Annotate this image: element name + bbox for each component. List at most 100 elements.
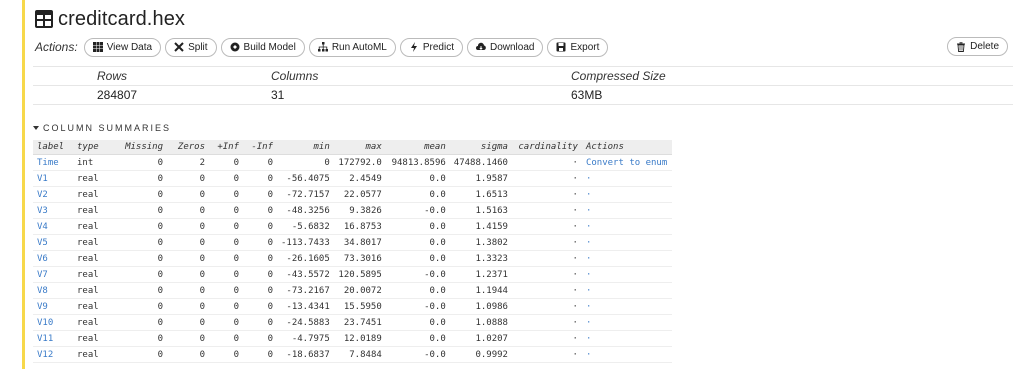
split-label: Split xyxy=(188,41,208,53)
column-actions-cell: · xyxy=(581,298,672,315)
download-label: Download xyxy=(489,41,535,53)
table-cell: -0.0 xyxy=(385,202,450,219)
table-cell: -0.0 xyxy=(385,346,450,363)
table-cell: 0 xyxy=(121,282,167,299)
column-type-cell: real xyxy=(73,266,121,283)
frame-title-text: creditcard.hex xyxy=(58,7,186,30)
table-row: V5 real 0 0 0 0 -113.7433 34.8017 0.0 1.3802 · · xyxy=(33,234,672,251)
table-cell: 1.5163 xyxy=(449,202,512,219)
column-label-link[interactable]: Time xyxy=(33,154,73,171)
table-cell: 34.8017 xyxy=(333,234,386,251)
table-cell: 0 xyxy=(243,298,277,315)
table-cell: 0 xyxy=(209,266,243,283)
column-summaries-toggle[interactable]: COLUMN SUMMARIES xyxy=(33,123,171,133)
table-cell: 0 xyxy=(209,202,243,219)
column-label-link[interactable]: V6 xyxy=(33,250,73,267)
table-cell: 0 xyxy=(209,282,243,299)
table-cell: · xyxy=(511,346,582,363)
table-cell: -73.2167 xyxy=(277,282,334,299)
column-label-link[interactable]: V12 xyxy=(33,346,73,363)
table-cell: 0 xyxy=(167,250,209,267)
table-cell: 0.0 xyxy=(385,250,450,267)
table-cell: 7.8484 xyxy=(333,346,386,363)
column-header-inf: -Inf xyxy=(243,140,277,155)
export-button[interactable]: Export xyxy=(547,37,609,57)
table-cell: 0 xyxy=(121,218,167,235)
column-actions-cell: · xyxy=(581,234,672,251)
run-automl-button[interactable]: Run AutoML xyxy=(308,37,396,57)
table-cell: 0 xyxy=(209,314,243,331)
table-row: V7 real 0 0 0 0 -43.5572 120.5895 -0.0 1.2371 · · xyxy=(33,266,672,283)
table-cell: 0 xyxy=(209,186,243,203)
table-cell: 0 xyxy=(121,186,167,203)
column-label-link[interactable]: V10 xyxy=(33,314,73,331)
table-cell: 12.0189 xyxy=(333,330,386,347)
column-actions-cell: · xyxy=(581,170,672,187)
column-actions-cell: · xyxy=(581,250,672,267)
table-cell: 0 xyxy=(167,218,209,235)
table-cell: 0 xyxy=(209,234,243,251)
delete-label: Delete xyxy=(970,41,999,52)
predict-button[interactable]: Predict xyxy=(399,37,463,57)
column-label-link[interactable]: V5 xyxy=(33,234,73,251)
table-cell: · xyxy=(511,170,582,187)
column-label-link[interactable]: V7 xyxy=(33,266,73,283)
column-type-cell: real xyxy=(73,346,121,363)
table-row: V10 real 0 0 0 0 -24.5883 23.7451 0.0 1.0888 · · xyxy=(33,314,672,331)
column-label-link[interactable]: V1 xyxy=(33,170,73,187)
summary-value-row: 284807 31 63MB xyxy=(33,85,1013,105)
table-cell: 0 xyxy=(167,234,209,251)
table-cell: 0 xyxy=(121,346,167,363)
view-data-button[interactable]: View Data xyxy=(83,37,162,57)
table-cell: 120.5895 xyxy=(333,266,386,283)
summary-header-size: Compressed Size xyxy=(571,69,666,83)
predict-label: Predict xyxy=(422,41,454,53)
column-label-link[interactable]: V8 xyxy=(33,282,73,299)
delete-button[interactable]: Delete xyxy=(947,37,1008,56)
table-cell: 0 xyxy=(167,346,209,363)
column-header-inf: +Inf xyxy=(209,140,243,155)
scissors-icon xyxy=(174,42,184,52)
table-cell: 1.3323 xyxy=(449,250,512,267)
table-row: V8 real 0 0 0 0 -73.2167 20.0072 0.0 1.1944 · · xyxy=(33,282,672,299)
table-row: V11 real 0 0 0 0 -4.7975 12.0189 0.0 1.0207 · · xyxy=(33,330,672,347)
summary-value-rows: 284807 xyxy=(97,88,138,102)
table-cell: 0 xyxy=(209,298,243,315)
run-automl-label: Run AutoML xyxy=(331,41,387,53)
column-type-cell: real xyxy=(73,186,121,203)
column-type-cell: real xyxy=(73,250,121,267)
table-cell: 1.6513 xyxy=(449,186,512,203)
column-summaries-table: label type Missing Zeros +Inf -Inf min max mean s… xyxy=(33,140,672,363)
sitemap-icon xyxy=(317,42,328,52)
column-header-min: min xyxy=(277,140,334,155)
column-label-link[interactable]: V11 xyxy=(33,330,73,347)
build-model-button[interactable]: Build Model xyxy=(220,37,305,57)
table-cell: -18.6837 xyxy=(277,346,334,363)
column-label-link[interactable]: V4 xyxy=(33,218,73,235)
column-header-label: label xyxy=(33,140,73,155)
table-row: V1 real 0 0 0 0 -56.4075 2.4549 0.0 1.9587 · · xyxy=(33,170,672,187)
save-icon xyxy=(556,42,566,52)
table-icon xyxy=(35,10,53,28)
download-button[interactable]: Download xyxy=(466,37,544,57)
convert-to-enum-link[interactable]: Convert to enum xyxy=(581,154,672,171)
column-header-cardinality: cardinality xyxy=(511,140,582,155)
table-cell: -5.6832 xyxy=(277,218,334,235)
summary-header-row: Rows Columns Compressed Size xyxy=(33,66,1013,85)
table-cell: 0 xyxy=(243,250,277,267)
split-button[interactable]: Split xyxy=(165,37,217,57)
column-label-link[interactable]: V3 xyxy=(33,202,73,219)
table-cell: -43.5572 xyxy=(277,266,334,283)
frame-title: creditcard.hex xyxy=(35,6,185,32)
table-cell: 0.0 xyxy=(385,186,450,203)
build-model-label: Build Model xyxy=(243,41,296,53)
table-cell: 0 xyxy=(167,266,209,283)
table-cell: · xyxy=(511,282,582,299)
column-label-link[interactable]: V2 xyxy=(33,186,73,203)
table-cell: · xyxy=(511,266,582,283)
export-label: Export xyxy=(570,41,600,53)
table-cell: 23.7451 xyxy=(333,314,386,331)
table-cell: -0.0 xyxy=(385,298,450,315)
table-cell: -0.0 xyxy=(385,266,450,283)
column-label-link[interactable]: V9 xyxy=(33,298,73,315)
